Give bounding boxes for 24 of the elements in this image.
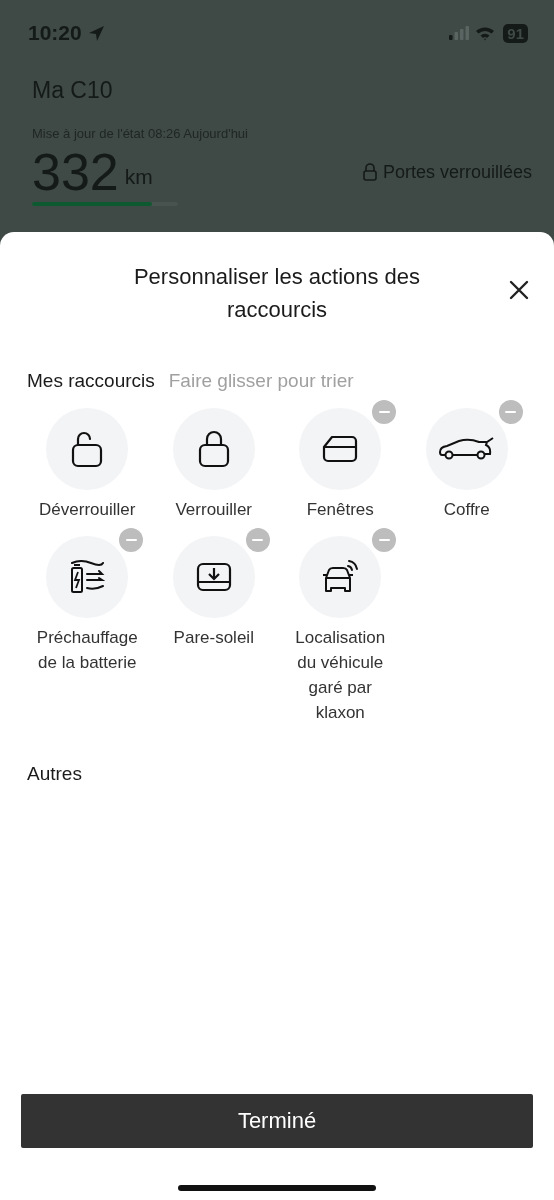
shortcut-label: Déverrouiller [38,499,137,521]
section-title: Mes raccourcis [27,370,155,392]
wifi-icon [475,25,496,41]
sunshade-icon [195,562,232,592]
location-arrow-icon [87,24,105,42]
close-icon [509,280,529,300]
shortcut-label: Pare-soleil [172,627,255,649]
shortcut-label: Préchauffage de la batterie [35,627,139,674]
battery-heating-icon [69,560,106,594]
shortcut-label: Verrouiller [174,499,253,521]
sheet-title: Personnaliser les actions des raccourcis [132,263,422,324]
sort-hint: Faire glisser pour trier [168,370,354,392]
lock-icon [362,163,377,181]
done-button[interactable]: Terminé [21,1094,533,1148]
shortcut-label: Coffre [442,499,491,521]
close-button[interactable] [507,278,531,302]
signal-icon [449,26,470,40]
shortcut-label: Localisation du véhicule garé par klaxon [294,627,387,724]
car-trunk-icon [438,437,495,461]
padlock-icon [196,430,231,468]
shortcut-label: Fenêtres [305,499,375,521]
section-title: Autres [26,763,83,785]
open-padlock-icon [70,430,105,468]
car-window-icon [322,435,359,463]
